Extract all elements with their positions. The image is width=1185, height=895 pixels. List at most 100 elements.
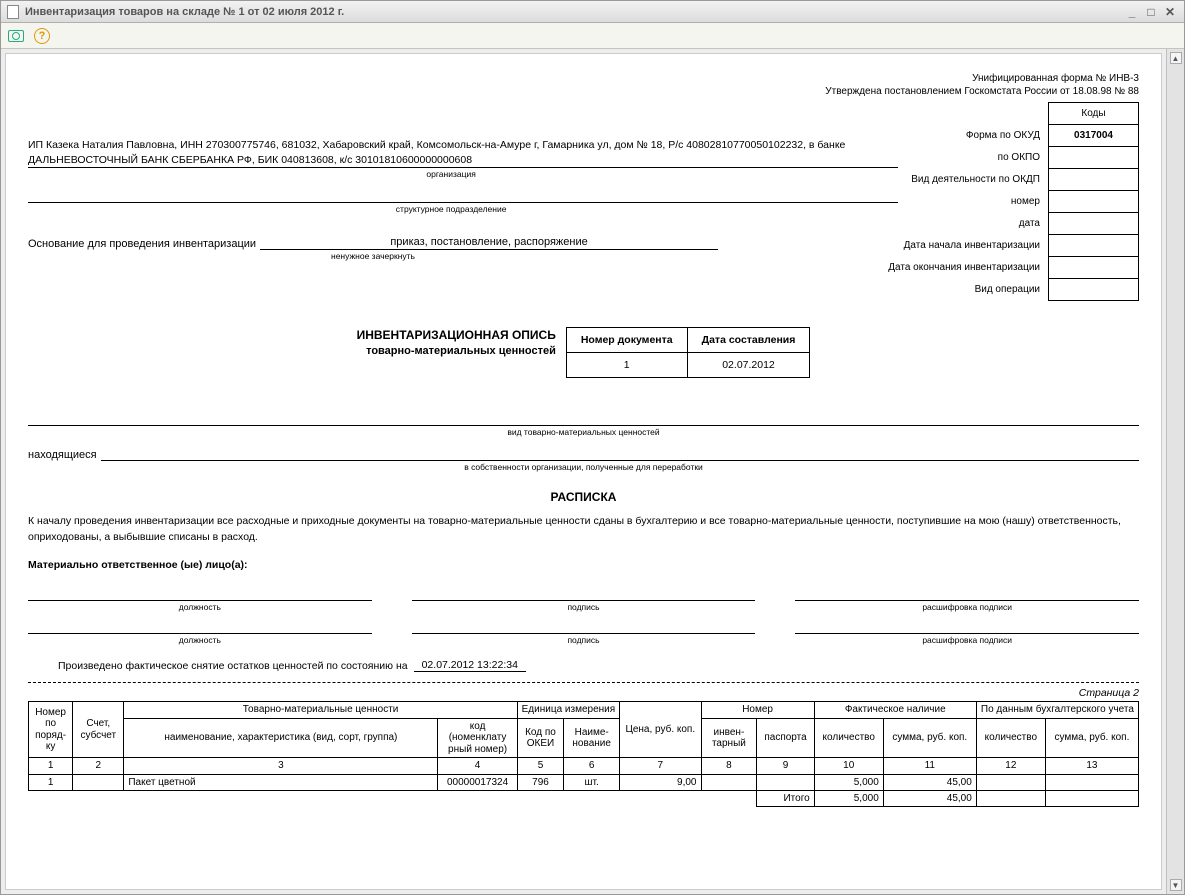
end-date-label: Дата окончания инвентаризации — [882, 257, 1048, 279]
start-date-value — [1049, 235, 1139, 257]
colnum-10: 10 — [814, 758, 883, 775]
position-line-1 — [28, 587, 372, 601]
col-book-sum: сумма, руб. коп. — [1045, 718, 1138, 758]
cell-code: 00000017324 — [438, 774, 517, 790]
doc-date-value: 02.07.2012 — [687, 353, 810, 378]
okpo-value — [1049, 147, 1139, 169]
colnum-2: 2 — [73, 758, 124, 775]
titlebar: Инвентаризация товаров на складе № 1 от … — [1, 1, 1184, 23]
tmc-type-caption: вид товарно-материальных ценностей — [28, 427, 1139, 437]
cell-bsum — [1045, 774, 1138, 790]
doc-number-table: Номер документа Дата составления 1 02.07… — [566, 327, 811, 378]
page-separator — [28, 682, 1139, 683]
col-okei: Код по ОКЕИ — [517, 718, 564, 758]
codes-table: Коды Форма по ОКУД0317004 по ОКПО Вид де… — [882, 102, 1139, 301]
cell-unit: шт. — [564, 774, 620, 790]
colnum-3: 3 — [124, 758, 438, 775]
organization-text: ИП Казека Наталия Павловна, ИНН 27030077… — [28, 138, 898, 168]
date-value — [1049, 213, 1139, 235]
cell-pass — [757, 774, 814, 790]
tmc-type-line — [28, 412, 1139, 426]
signature-line-1 — [412, 587, 756, 601]
snapshot-button[interactable] — [7, 27, 25, 45]
start-date-label: Дата начала инвентаризации — [882, 235, 1048, 257]
help-button[interactable]: ? — [33, 27, 51, 45]
toolbar: ? — [1, 23, 1184, 49]
located-caption: в собственности организации, полученные … — [28, 462, 1139, 472]
position-caption-1: должность — [28, 602, 372, 612]
colnum-4: 4 — [438, 758, 517, 775]
snapshot-state-value: 02.07.2012 13:22:34 — [414, 659, 526, 672]
totals-label: Итого — [757, 790, 814, 806]
department-caption: структурное подразделение — [28, 204, 898, 216]
table-row: 1 Пакет цветной 00000017324 796 шт. 9,00… — [29, 774, 1139, 790]
totals-bqty — [976, 790, 1045, 806]
number-label: номер — [882, 191, 1048, 213]
close-button[interactable]: ✕ — [1162, 5, 1178, 19]
department-line — [28, 189, 898, 203]
cell-price: 9,00 — [620, 774, 701, 790]
okdp-value — [1049, 169, 1139, 191]
inventory-table: Номер по поряд- ку Счет, субсчет Товарно… — [28, 701, 1139, 807]
fullname-line-1 — [795, 587, 1139, 601]
cell-n: 1 — [29, 774, 73, 790]
totals-bsum — [1045, 790, 1138, 806]
camera-icon — [8, 30, 24, 42]
basis-label: Основание для проведения инвентаризации — [28, 238, 256, 250]
col-number-grp: Номер — [701, 702, 814, 719]
doc-num-value: 1 — [566, 353, 687, 378]
document-icon — [7, 5, 19, 19]
position-line-2 — [28, 620, 372, 634]
cell-name: Пакет цветной — [124, 774, 438, 790]
okpo-label: по ОКПО — [882, 147, 1048, 169]
colnum-12: 12 — [976, 758, 1045, 775]
document-title: ИНВЕНТАРИЗАЦИОННАЯ ОПИСЬ — [357, 327, 556, 344]
okud-label: Форма по ОКУД — [882, 125, 1048, 147]
receipt-title: РАСПИСКА — [28, 490, 1139, 504]
scroll-down-button[interactable]: ▼ — [1170, 879, 1182, 891]
minimize-button[interactable]: _ — [1124, 5, 1140, 19]
doc-date-header: Дата составления — [687, 328, 810, 353]
located-value — [101, 447, 1139, 461]
colnum-5: 5 — [517, 758, 564, 775]
end-date-value — [1049, 257, 1139, 279]
col-number: Номер по поряд- ку — [29, 702, 73, 758]
col-code: код (номенклату рный номер) — [438, 718, 517, 758]
colnum-11: 11 — [883, 758, 976, 775]
form-approval-line: Утверждена постановлением Госкомстата Ро… — [28, 85, 1139, 98]
totals-fsum: 45,00 — [883, 790, 976, 806]
signature-caption-1: подпись — [412, 602, 756, 612]
number-value — [1049, 191, 1139, 213]
totals-row: Итого 5,000 45,00 — [29, 790, 1139, 806]
fullname-caption-2: расшифровка подписи — [795, 635, 1139, 645]
colnum-9: 9 — [757, 758, 814, 775]
col-name: наименование, характеристика (вид, сорт,… — [124, 718, 438, 758]
document-page: Унифицированная форма № ИНВ-3 Утверждена… — [5, 53, 1162, 890]
snapshot-state-label: Произведено фактическое снятие остатков … — [58, 660, 408, 672]
col-inv: инвен- тарный — [701, 718, 757, 758]
form-name-line: Унифицированная форма № ИНВ-3 — [28, 72, 1139, 85]
colnum-1: 1 — [29, 758, 73, 775]
cell-inv — [701, 774, 757, 790]
okdp-label: Вид деятельности по ОКДП — [882, 169, 1048, 191]
cell-bqty — [976, 774, 1045, 790]
date-label: дата — [882, 213, 1048, 235]
organization-caption: организация — [28, 169, 898, 181]
fullname-caption-1: расшифровка подписи — [795, 602, 1139, 612]
fullname-line-2 — [795, 620, 1139, 634]
col-price: Цена, руб. коп. — [620, 702, 701, 758]
cell-fsum: 45,00 — [883, 774, 976, 790]
col-tmc: Товарно-материальные ценности — [124, 702, 517, 719]
doc-num-header: Номер документа — [566, 328, 687, 353]
cell-okei: 796 — [517, 774, 564, 790]
document-title-block: ИНВЕНТАРИЗАЦИОННАЯ ОПИСЬ товарно-материа… — [357, 327, 556, 359]
scroll-up-button[interactable]: ▲ — [1170, 52, 1182, 64]
help-icon: ? — [34, 28, 50, 44]
signature-caption-2: подпись — [412, 635, 756, 645]
colnum-13: 13 — [1045, 758, 1138, 775]
maximize-button[interactable]: □ — [1143, 5, 1159, 19]
cell-acc — [73, 774, 124, 790]
okud-value: 0317004 — [1049, 125, 1139, 147]
vertical-scrollbar[interactable]: ▲ ▼ — [1166, 49, 1184, 894]
basis-caption: ненужное зачеркнуть — [28, 251, 718, 261]
